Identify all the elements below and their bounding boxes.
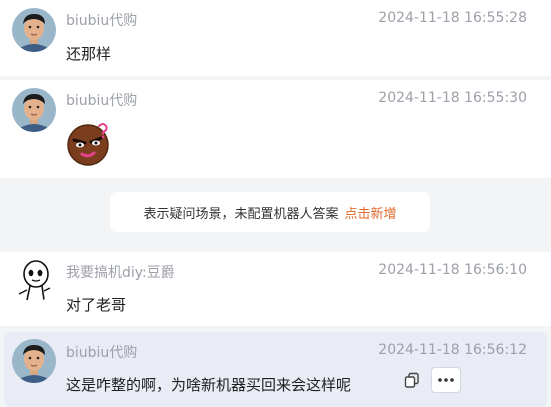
more-button[interactable] <box>431 367 461 393</box>
avatar[interactable] <box>12 8 56 52</box>
more-icon <box>438 378 454 382</box>
confused-emoji-sticker[interactable] <box>66 120 112 166</box>
avatar[interactable] <box>12 339 56 383</box>
doodle-avatar-image <box>12 258 56 302</box>
sender-name: biubiu代购 <box>66 13 138 29</box>
message-row: biubiu代购 2024-11-18 16:55:30 <box>0 80 551 178</box>
message-text[interactable]: 还那样 <box>66 43 111 64</box>
message-row: 我要搞机diy:豆爵 2024-11-18 16:56:10 对了老哥 <box>0 252 551 326</box>
user-avatar-image <box>12 339 56 383</box>
avatar[interactable] <box>12 258 56 302</box>
confused-face-icon <box>67 123 109 166</box>
message-timestamp: 2024-11-18 16:55:30 <box>378 90 527 106</box>
message-row: biubiu代购 2024-11-18 16:55:28 还那样 <box>0 0 551 76</box>
message-text[interactable]: 对了老哥 <box>66 294 126 315</box>
system-notice-text: 表示疑问场景，未配置机器人答案 <box>143 206 339 222</box>
user-avatar-image <box>12 88 56 132</box>
message-text[interactable]: 这是咋整的啊，为啥新机器买回来会这样呢 <box>66 374 351 395</box>
message-timestamp: 2024-11-18 16:56:10 <box>378 262 527 278</box>
sender-name: 我要搞机diy:豆爵 <box>66 265 175 281</box>
message-timestamp: 2024-11-18 16:55:28 <box>378 10 527 26</box>
message-timestamp: 2024-11-18 16:56:12 <box>378 342 527 358</box>
avatar[interactable] <box>12 88 56 132</box>
sender-name: biubiu代购 <box>66 345 138 361</box>
copy-button[interactable] <box>399 367 425 393</box>
system-notice: 表示疑问场景，未配置机器人答案 点击新增 <box>110 192 430 232</box>
copy-icon <box>404 372 419 388</box>
message-actions <box>399 367 461 393</box>
message-row-hovered: biubiu代购 2024-11-18 16:56:12 这是咋整的啊，为啥新机… <box>4 332 547 407</box>
add-answer-link[interactable]: 点击新增 <box>345 203 397 222</box>
sender-name: biubiu代购 <box>66 93 138 109</box>
user-avatar-image <box>12 8 56 52</box>
